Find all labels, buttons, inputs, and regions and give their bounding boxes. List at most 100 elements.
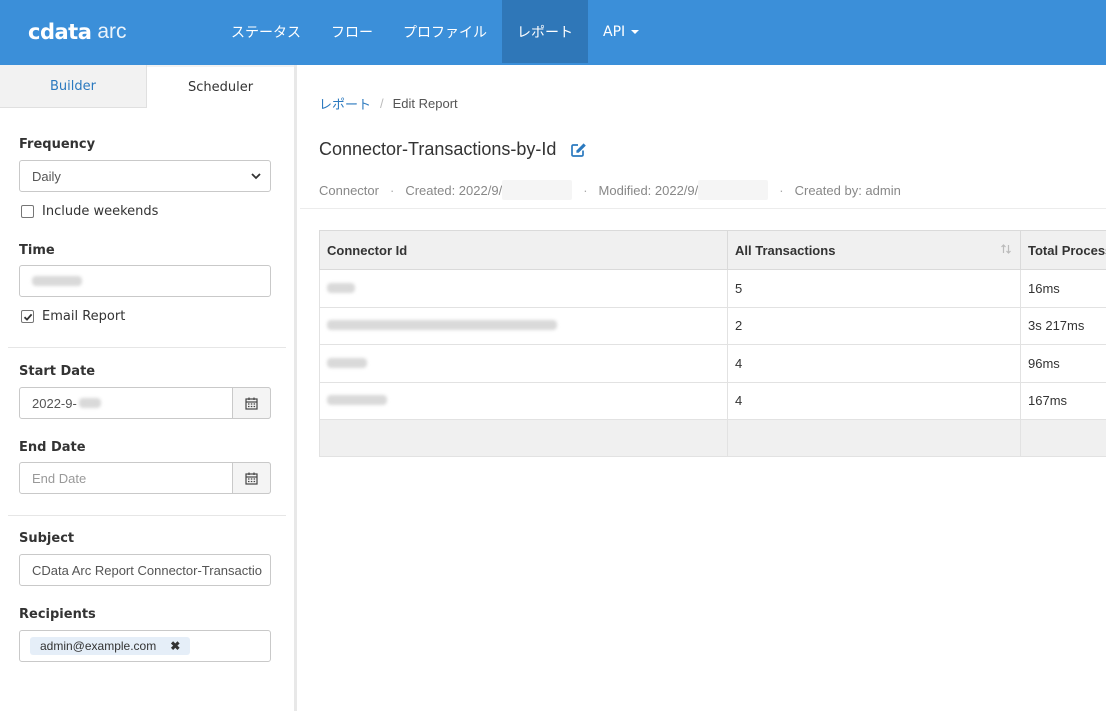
time-input[interactable] [19,265,271,297]
logo-mark: cdata [28,20,92,44]
connector-id-cell [319,269,728,308]
created-by: Created by: admin [794,182,901,198]
checkbox-box[interactable] [21,310,34,323]
table-row[interactable]: 4 96ms [319,344,1106,383]
all-transactions-cell: 5 [727,269,1021,308]
created-date: Created: 2022/9/ [405,182,503,198]
column-header-all-transactions[interactable]: All Transactions [727,230,1021,270]
connector-id-cell [319,306,728,345]
redacted-connector-id [327,282,355,293]
meta-separator: · [779,182,784,198]
redacted-day [78,398,101,408]
header-rule [300,208,1106,209]
start-date-calendar-button[interactable] [232,387,271,419]
breadcrumb-reports-link[interactable]: レポート [319,94,371,113]
check-icon [23,313,32,321]
time-label: Time [19,243,55,258]
modified-date: Modified: 2022/9/ [598,182,699,198]
nav-label: ステータス [231,24,301,41]
start-date-label: Start Date [19,364,96,379]
all-transactions-cell: 4 [727,344,1021,383]
main-content: レポート / Edit Report Connector-Transaction… [300,65,1106,711]
sidebar-tabs: Builder Scheduler [0,65,294,108]
chevron-down-icon [251,173,261,180]
nav-label: レポート [517,24,573,41]
redacted-connector-id [327,395,387,406]
logo-word: arc [97,20,127,43]
column-header-connector-id[interactable]: Connector Id [319,230,728,270]
edit-icon[interactable] [570,142,588,158]
table-row[interactable]: 4 167ms [319,381,1106,420]
table-row[interactable]: 2 3s 217ms [319,306,1106,345]
include-weekends-label: Include weekends [42,204,159,219]
tab-scheduler[interactable]: Scheduler [147,65,294,108]
nav-item-profile[interactable]: プロファイル [388,0,502,63]
include-weekends-checkbox[interactable]: Include weekends [21,204,158,219]
footer-cell [727,419,1021,457]
report-name: Connector-Transactions-by-Id [319,139,557,159]
all-transactions-cell: 2 [727,306,1021,345]
redacted-connector-id [327,320,557,331]
checkbox-box[interactable] [21,205,34,218]
tab-builder[interactable]: Builder [0,65,147,108]
nav-item-reports[interactable]: レポート [502,0,588,63]
meta-separator: · [389,182,395,198]
recipient-tag: admin@example.com ✖ [30,637,191,655]
column-header-total-process[interactable]: Total Process [1020,230,1106,270]
redacted-time [32,276,82,286]
redacted-modified [698,180,769,200]
nav-item-api[interactable]: API [588,0,654,63]
subject-input[interactable]: CData Arc Report Connector-Transactio [19,554,271,586]
breadcrumb: レポート / Edit Report [319,94,458,113]
total-process-cell: 167ms [1020,381,1106,420]
caret-down-icon [631,29,640,34]
connector-id-cell [319,344,728,383]
nav-label: プロファイル [403,24,487,41]
table-header-row: Connector Id All Transactions Total Proc… [319,230,1106,270]
app-logo[interactable]: cdata arc [28,18,127,46]
recipients-label: Recipients [19,607,96,622]
end-date-label: End Date [19,440,86,455]
end-date-calendar-button[interactable] [232,462,271,494]
close-icon[interactable]: ✖ [170,639,180,653]
all-transactions-cell: 4 [727,381,1021,420]
top-navbar: cdata arc ステータス フロー プロファイル レポート API [0,0,1106,65]
nav-item-status[interactable]: ステータス [216,0,316,63]
start-date-value: 2022-9- [32,395,77,411]
email-report-label: Email Report [42,309,126,324]
subject-label: Subject [19,531,75,546]
start-date-input[interactable]: 2022-9- [19,387,271,419]
sort-icon[interactable] [1000,243,1012,255]
calendar-icon [245,397,258,410]
page-title: Connector-Transactions-by-Id [319,139,588,160]
recipient-email: admin@example.com [40,639,157,653]
total-process-cell: 16ms [1020,269,1106,308]
email-report-checkbox[interactable]: Email Report [21,309,125,324]
end-date-input[interactable]: End Date [19,462,271,494]
footer-cell [1020,419,1106,457]
redacted-connector-id [327,357,367,368]
end-date-placeholder: End Date [32,470,87,486]
total-process-cell: 96ms [1020,344,1106,383]
nav-item-flow[interactable]: フロー [316,0,388,63]
nav-label: API [603,23,626,40]
nav-label: フロー [331,24,373,41]
report-meta: Connector · Created: 2022/9/ · Modified:… [319,180,901,200]
meta-separator: · [583,182,588,198]
recipients-input[interactable]: admin@example.com ✖ [19,630,271,662]
scheduler-sidebar: Builder Scheduler Frequency Daily Includ… [0,65,297,711]
table-row[interactable]: 5 16ms [319,269,1106,308]
footer-cell [319,419,728,457]
breadcrumb-current: Edit Report [392,96,458,111]
main-nav: ステータス フロー プロファイル レポート API [216,0,654,65]
frequency-select[interactable]: Daily [19,160,271,192]
connector-id-cell [319,381,728,420]
column-label: All Transactions [735,242,836,258]
frequency-value: Daily [32,168,61,184]
redacted-created [502,180,573,200]
divider [8,515,286,516]
frequency-label: Frequency [19,137,96,152]
breadcrumb-separator: / [380,96,384,111]
subject-value: CData Arc Report Connector-Transactio [32,562,263,578]
divider [8,347,286,348]
